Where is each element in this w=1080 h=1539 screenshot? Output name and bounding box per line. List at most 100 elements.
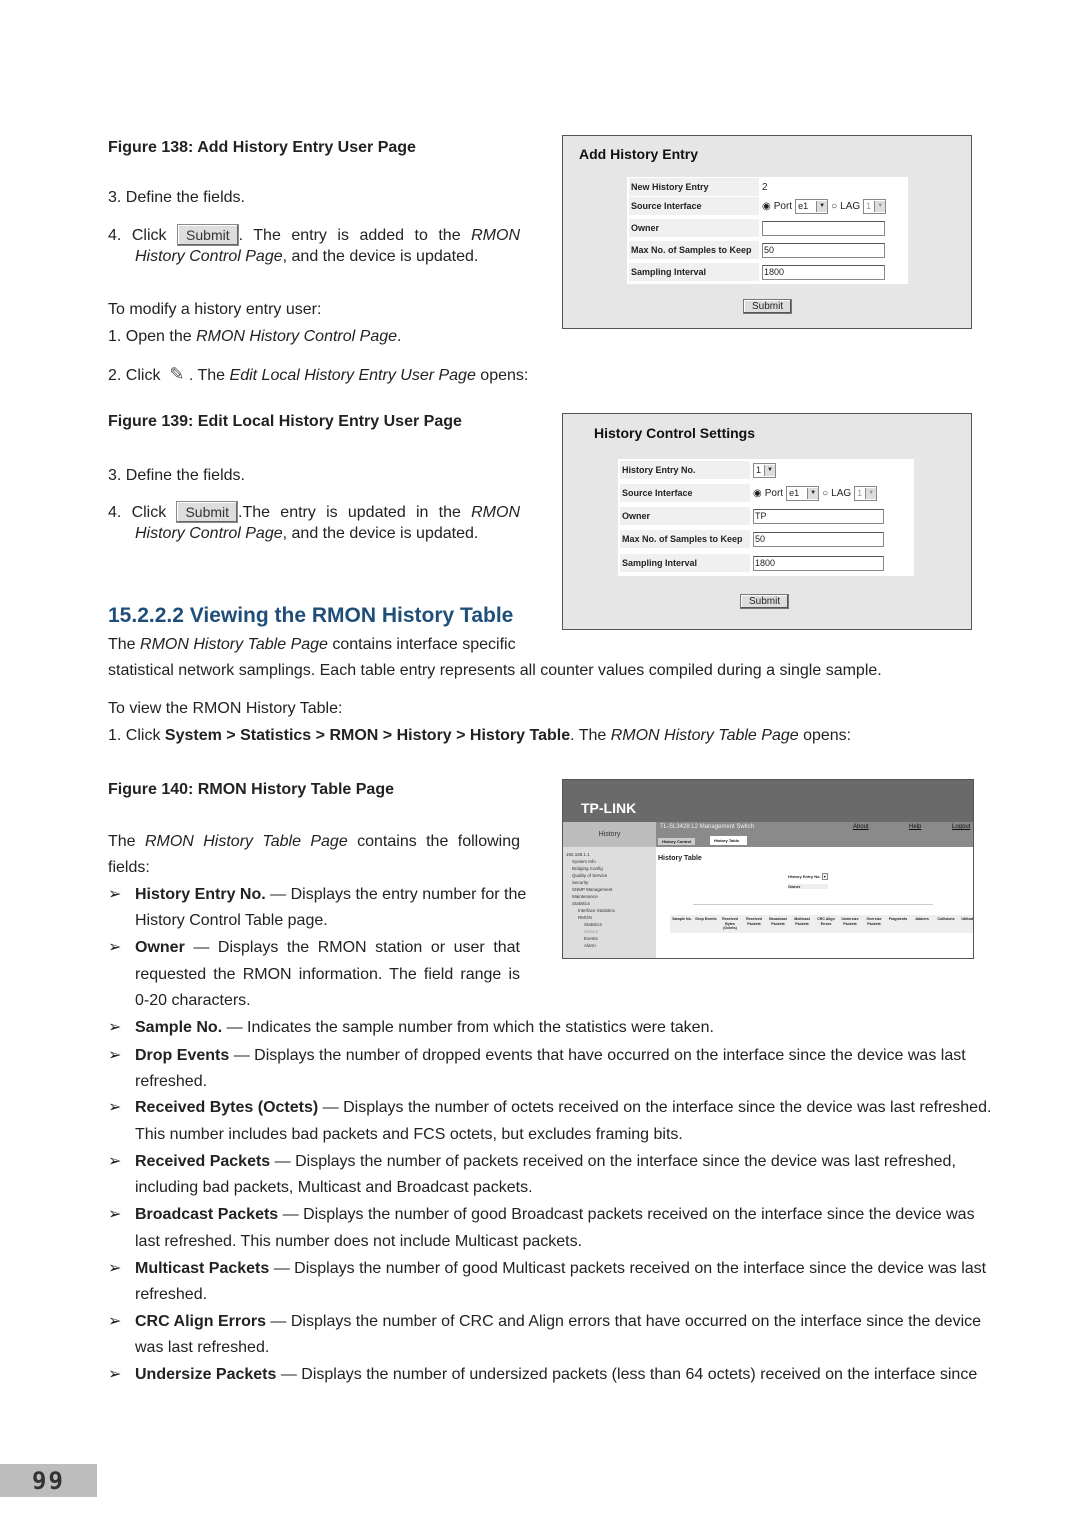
- entry-select[interactable]: 1 ▼: [753, 462, 777, 478]
- field-description: This number includes bad packets and FCS…: [135, 1125, 683, 1145]
- submit-button[interactable]: Submit: [743, 299, 793, 314]
- column-header: Multicast Packets: [794, 917, 810, 926]
- help-link[interactable]: Help: [909, 824, 921, 830]
- owner-input[interactable]: TP: [753, 508, 884, 524]
- bullet-icon: ➢: [108, 1366, 122, 1383]
- bullet-icon: ➢: [108, 886, 122, 903]
- figure-138-caption: Figure 138: Add History Entry User Page: [108, 139, 416, 156]
- chevron-down-icon: ▼: [874, 200, 886, 212]
- step-text: 2. Click ✎. The Edit Local History Entry…: [108, 364, 529, 384]
- about-link[interactable]: About: [853, 824, 869, 830]
- lag-radio[interactable]: ○: [822, 488, 828, 499]
- field-label: History Entry No.: [620, 461, 750, 479]
- nav-tree-item[interactable]: Security: [563, 879, 656, 886]
- column-header: Oversize Packets: [866, 917, 882, 926]
- field-description: Sample No. — Indicates the sample number…: [135, 1018, 714, 1038]
- step-text: 1. Click System > Statistics > RMON > Hi…: [108, 727, 852, 744]
- bullet-icon: ➢: [108, 1019, 122, 1036]
- column-header: Fragments: [888, 917, 908, 921]
- chevron-down-icon: ▼: [807, 487, 819, 499]
- paragraph: statistical network samplings. Each tabl…: [108, 662, 882, 679]
- lag-select[interactable]: 1 ▼: [854, 485, 878, 501]
- field-label: Owner: [629, 219, 759, 237]
- owner-input[interactable]: [762, 220, 885, 236]
- port-label: Port: [764, 487, 784, 499]
- field-text: — Displays the RMON station or user that: [184, 939, 520, 956]
- step-text: History Control Page, and the device is …: [135, 525, 479, 542]
- column-header: Broadcast Packets: [769, 917, 787, 926]
- port-radio[interactable]: ◉: [762, 201, 771, 212]
- column-header: Undersize Packets: [841, 917, 859, 926]
- rmon-history-table-figure: TP-LINK History TL-SL3428 L2 Management …: [562, 779, 974, 959]
- bullet-icon: ➢: [108, 1260, 122, 1277]
- lag-radio[interactable]: ○: [831, 201, 837, 212]
- port-select[interactable]: e1 ▼: [795, 198, 829, 214]
- panel-title: Add History Entry: [579, 146, 699, 162]
- max-samples-input[interactable]: 50: [753, 531, 884, 547]
- table-header: Sample No. Drop Events Received Bytes (Oct…: [670, 915, 974, 933]
- field-term: Broadcast Packets: [135, 1206, 279, 1223]
- bullet-icon: ➢: [108, 1099, 122, 1116]
- section-heading: 15.2.2.2 Viewing the RMON History Table: [108, 604, 514, 627]
- entry-no-label: History Entry No. ▾: [788, 873, 828, 880]
- bullet-icon: ➢: [108, 1206, 122, 1223]
- nav-tree-item[interactable]: Maintenance: [563, 893, 656, 900]
- field-term: History Entry No.: [135, 886, 266, 903]
- top-bar: TL-SL3428 L2 Management Switch About Hel…: [656, 822, 973, 847]
- field-label: Source Interface: [629, 197, 759, 215]
- nav-tree-item[interactable]: SNMP Management: [563, 886, 656, 893]
- manual-page: Figure 138: Add History Entry User Page …: [0, 0, 1080, 1539]
- paragraph: To view the RMON History Table:: [108, 700, 343, 717]
- sampling-interval-input[interactable]: 1800: [753, 555, 884, 571]
- column-header: Received Bytes (Octets): [722, 917, 738, 930]
- field-description: Received Packets — Displays the number o…: [135, 1152, 956, 1172]
- column-header: Collisions: [937, 917, 955, 921]
- field-label: New History Entry: [629, 178, 759, 196]
- nav-tree-item[interactable]: Quality of Service: [563, 872, 656, 879]
- max-samples-input[interactable]: 50: [762, 242, 885, 258]
- chevron-down-icon: ▼: [865, 487, 877, 499]
- field-label: Max No. of Samples to Keep: [620, 530, 750, 548]
- nav-tree-item[interactable]: RMON: [563, 914, 656, 921]
- entry-select[interactable]: ▾: [821, 873, 828, 880]
- page-number: 99: [0, 1464, 97, 1497]
- port-radio[interactable]: ◉: [753, 488, 762, 499]
- field-text: This number includes bad packets and FCS…: [135, 1126, 683, 1143]
- field-label: Max No. of Samples to Keep: [629, 241, 759, 259]
- logout-link[interactable]: Logout: [952, 824, 970, 830]
- submit-button[interactable]: Submit: [740, 594, 790, 609]
- section-title: History: [563, 822, 656, 847]
- port-label: Port: [773, 200, 793, 212]
- field-description: Broadcast Packets — Displays the number …: [135, 1205, 975, 1225]
- step-text: 4. Click Submit. The entry is added to t…: [108, 224, 520, 246]
- nav-tree-item[interactable]: Statistics: [563, 921, 656, 928]
- field-text: — Displays the number of CRC and Align e…: [265, 1313, 982, 1330]
- field-term: Received Packets: [135, 1153, 271, 1170]
- field-term: Received Bytes (Octets): [135, 1099, 319, 1116]
- chevron-down-icon: ▼: [816, 200, 828, 212]
- field-text: — Displays the number of good Broadcast …: [278, 1206, 975, 1223]
- tab-history-control[interactable]: History Control: [658, 838, 696, 845]
- bullet-icon: ➢: [108, 1047, 122, 1064]
- field-description: was last refreshed.: [135, 1338, 269, 1358]
- nav-tree-item[interactable]: Events: [563, 935, 656, 942]
- field-description: CRC Align Errors — Displays the number o…: [135, 1312, 981, 1332]
- column-header: Drop Events: [695, 917, 717, 921]
- nav-tree-item[interactable]: System Info: [563, 858, 656, 865]
- nav-tree-item[interactable]: Interface Statistics: [563, 907, 656, 914]
- figure-139-caption: Figure 139: Edit Local History Entry Use…: [108, 413, 462, 430]
- field-text: including bad packets, Multicast and Bro…: [135, 1179, 533, 1196]
- nav-tree-item[interactable]: 192.168.1.1: [563, 851, 656, 858]
- field-description: Received Bytes (Octets) — Displays the n…: [135, 1098, 991, 1118]
- step-text: 3. Define the fields.: [108, 189, 245, 206]
- nav-tree-item[interactable]: History: [563, 928, 656, 935]
- sampling-interval-input[interactable]: 1800: [762, 264, 885, 280]
- tab-history-table[interactable]: History Table: [710, 836, 748, 845]
- port-select[interactable]: e1 ▼: [786, 485, 820, 501]
- column-header: Utilization: [961, 917, 974, 921]
- nav-tree-item[interactable]: Alarm: [563, 942, 656, 949]
- nav-tree-item[interactable]: Bridging Config: [563, 865, 656, 872]
- field-text: requested the RMON information. The fiel…: [135, 966, 520, 983]
- nav-tree-item[interactable]: Statistics: [563, 900, 656, 907]
- lag-select[interactable]: 1 ▼: [863, 198, 887, 214]
